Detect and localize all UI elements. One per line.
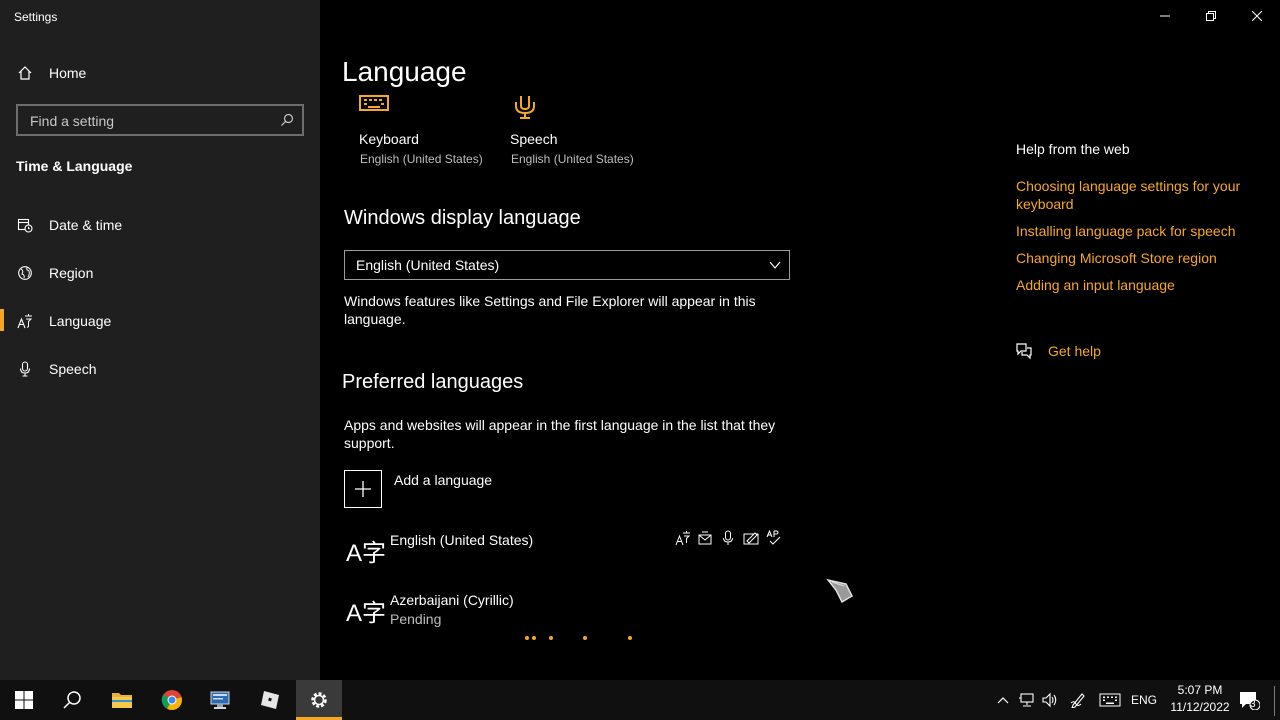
chrome-button[interactable] [148, 680, 196, 720]
search-box[interactable] [16, 104, 304, 136]
touch-keyboard-button[interactable] [1097, 680, 1123, 720]
sidebar-item-speech[interactable]: Speech [0, 349, 320, 389]
sidebar-item-language[interactable]: Language [0, 301, 320, 341]
progress-dot [525, 636, 529, 640]
language-icon: A字 [346, 540, 387, 567]
language-item-name[interactable]: English (United States) [390, 532, 533, 548]
search-input[interactable] [28, 106, 272, 136]
pen-workspace-button[interactable] [1068, 680, 1090, 720]
add-language-button[interactable] [344, 470, 382, 508]
nav-home-label: Home [49, 65, 87, 81]
help-link[interactable]: Changing Microsoft Store region [1016, 249, 1256, 267]
get-help-link[interactable]: Get help [1048, 343, 1101, 359]
help-link[interactable]: Adding an input language [1016, 276, 1256, 294]
restore-button[interactable] [1188, 0, 1234, 32]
display-language-select[interactable]: English (United States) [344, 250, 790, 280]
language-item-name[interactable]: Azerbaijani (Cyrillic) [390, 592, 514, 608]
network-button[interactable] [1017, 680, 1037, 720]
sidebar-item-label: Speech [49, 361, 97, 377]
keyboard-icon [1099, 693, 1121, 707]
minimize-button[interactable] [1142, 0, 1188, 32]
help-link[interactable]: Installing language pack for speech [1016, 222, 1256, 240]
page-title: Language [342, 56, 467, 87]
speech-tile-sub: English (United States) [511, 152, 634, 166]
help-link[interactable]: Choosing language settings for your keyb… [1016, 177, 1256, 213]
chevron-up-icon [997, 697, 1009, 704]
display-language-heading: Windows display language [344, 207, 581, 229]
nav-home[interactable]: Home [0, 53, 320, 93]
close-button[interactable] [1234, 0, 1280, 32]
pen-icon [1070, 693, 1085, 708]
windows-logo-icon [15, 691, 33, 709]
handwriting-feature-icon [743, 532, 759, 545]
volume-button[interactable] [1040, 680, 1060, 720]
text-to-speech-feature-icon [698, 531, 712, 545]
sidebar-item-region[interactable]: Region [0, 253, 320, 293]
cursor-icon [826, 578, 853, 604]
sidebar-item-label: Language [49, 313, 112, 329]
home-icon [0, 65, 48, 81]
folder-icon [112, 693, 132, 708]
network-icon [1019, 693, 1034, 707]
display-language-feature-icon [675, 531, 691, 546]
calendar-clock-icon [0, 217, 48, 233]
sidebar-item-date-time[interactable]: Date & time [0, 205, 320, 245]
window-title: Settings [14, 10, 58, 24]
microphone-icon [0, 361, 48, 377]
language-icon [0, 313, 48, 329]
help-title: Help from the web [1016, 141, 1130, 157]
minimize-icon [1160, 15, 1170, 17]
start-button[interactable] [0, 680, 48, 720]
notification-icon [1240, 692, 1260, 710]
spellcheck-feature-icon [766, 530, 781, 545]
roblox-button[interactable] [246, 680, 294, 720]
preferred-languages-heading: Preferred languages [342, 371, 524, 393]
add-language-label[interactable]: Add a language [394, 472, 492, 488]
restore-icon [1206, 11, 1216, 21]
keyboard-tile-sub: English (United States) [360, 152, 483, 166]
section-title: Time & Language [16, 158, 133, 174]
file-explorer-button[interactable] [98, 680, 146, 720]
gear-icon [311, 692, 327, 708]
globe-icon [0, 265, 48, 281]
monitor-icon [210, 691, 230, 709]
speech-tile-label[interactable]: Speech [510, 131, 557, 147]
display-language-description: Windows features like Settings and File … [344, 293, 756, 327]
keyboard-icon[interactable] [359, 92, 389, 116]
microphone-icon[interactable] [512, 92, 538, 120]
volume-icon [1042, 692, 1057, 708]
plus-icon [355, 481, 371, 497]
action-center-button[interactable]: 3 [1236, 680, 1262, 720]
clock-date: 11/12/2022 [1170, 700, 1230, 714]
clock-time: 5:07 PM [1177, 683, 1223, 697]
sidebar-item-label: Region [49, 265, 94, 281]
taskbar-search-button[interactable] [48, 680, 96, 720]
sidebar-item-label: Date & time [49, 217, 123, 233]
keyboard-tile-label[interactable]: Keyboard [359, 131, 419, 147]
chrome-icon [161, 690, 182, 711]
remote-desktop-button[interactable] [196, 680, 244, 720]
settings-taskbar-button[interactable] [296, 680, 342, 720]
progress-dot [549, 636, 553, 640]
show-desktop-button[interactable] [1274, 686, 1275, 716]
show-hidden-icons-button[interactable] [994, 680, 1012, 720]
progress-dot [532, 636, 536, 640]
roblox-icon [261, 691, 279, 709]
preferred-languages-description: Apps and websites will appear in the fir… [344, 417, 776, 451]
search-icon[interactable] [280, 113, 294, 127]
input-indicator[interactable]: ENG [1128, 680, 1160, 720]
language-item-status: Pending [390, 611, 442, 627]
display-language-value: English (United States) [356, 257, 500, 273]
progress-dot [628, 636, 632, 640]
language-icon: A字 [346, 600, 387, 627]
notification-count: 3 [1250, 699, 1256, 710]
chevron-down-icon [769, 261, 781, 269]
close-icon [1252, 11, 1262, 21]
chat-bubble-icon[interactable] [1015, 342, 1033, 360]
speech-feature-icon [723, 530, 733, 545]
progress-dot [583, 636, 587, 640]
clock[interactable]: 5:07 PM 11/12/2022 [1160, 682, 1240, 718]
search-icon [63, 691, 81, 709]
